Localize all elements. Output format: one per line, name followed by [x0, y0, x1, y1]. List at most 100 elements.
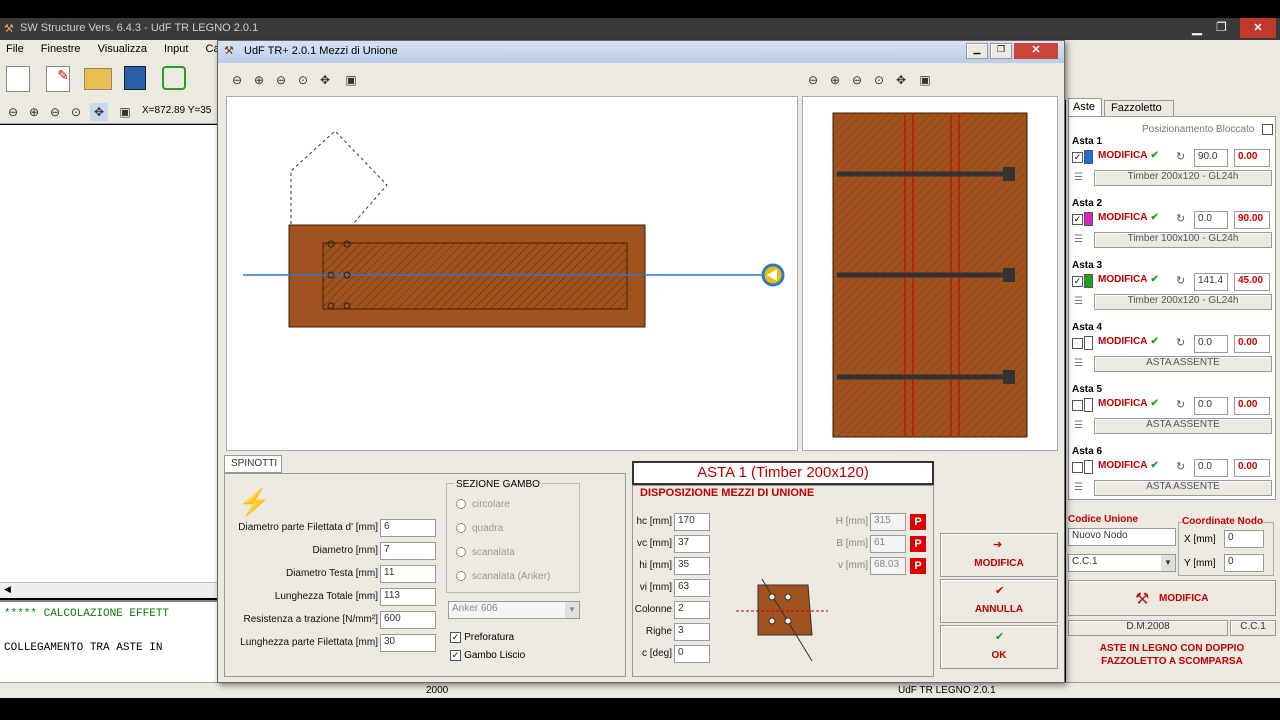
pan-icon[interactable]: ✥ — [892, 71, 910, 89]
zoom-extents-icon[interactable]: ⊙ — [870, 71, 888, 89]
asta-description[interactable]: ASTA ASSENTE — [1094, 356, 1272, 372]
asta-value-input[interactable]: 90.00 — [1234, 211, 1270, 229]
menu-finestre[interactable]: Finestre — [41, 43, 81, 55]
asta-menu-icon[interactable]: ☰ — [1074, 358, 1083, 369]
print-icon[interactable]: ▣ — [116, 103, 134, 121]
asta-value-input[interactable]: 0.00 — [1234, 149, 1270, 167]
scroll-left-icon[interactable]: ◀ — [4, 584, 11, 595]
dialog-maximize-icon[interactable]: ❐ — [990, 43, 1012, 59]
ok-button[interactable]: ✔ OK — [940, 625, 1058, 669]
param-input[interactable]: 63 — [674, 579, 710, 597]
chevron-down-icon[interactable]: ▼ — [565, 602, 579, 618]
asta-angle-input[interactable]: 0.0 — [1194, 335, 1228, 353]
cc1-button[interactable]: C.C.1 — [1230, 620, 1276, 636]
menu-visualizza[interactable]: Visualizza — [98, 43, 147, 55]
asta-description[interactable]: Timber 100x100 - GL24h — [1094, 232, 1272, 248]
anker-select[interactable]: Anker 606 ▼ — [448, 601, 580, 619]
asta-modifica-button[interactable]: MODIFICA ✔ — [1098, 212, 1168, 228]
open-folder-icon[interactable] — [84, 68, 112, 90]
zoom-out-icon[interactable]: ⊖ — [46, 103, 64, 121]
preforatura-check[interactable]: ✓ Preforatura — [450, 631, 514, 643]
section-drawing[interactable] — [802, 96, 1058, 451]
p-button[interactable]: P — [910, 536, 926, 552]
new-file-icon[interactable] — [6, 66, 30, 92]
asta-menu-icon[interactable]: ☰ — [1074, 234, 1083, 245]
dialog-close-icon[interactable]: ✕ — [1014, 43, 1058, 59]
tab-fazzoletto[interactable]: Fazzoletto — [1104, 100, 1174, 116]
param-input[interactable]: 0 — [674, 645, 710, 663]
zoom-out-icon[interactable]: ⊖ — [272, 71, 290, 89]
maximize-icon[interactable]: ❐ — [1216, 20, 1227, 34]
spinotti-field-input[interactable]: 6 — [380, 519, 436, 537]
cc-select[interactable]: C.C.1 ▼ — [1068, 554, 1176, 572]
param-input[interactable]: 2 — [674, 601, 710, 619]
tab-spinotti[interactable]: SPINOTTI — [224, 455, 282, 473]
asta-value-input[interactable]: 0.00 — [1234, 459, 1270, 477]
asta-angle-input[interactable]: 141.4 — [1194, 273, 1228, 291]
asta-angle-input[interactable]: 0.0 — [1194, 211, 1228, 229]
modifica-button[interactable]: ➔ MODIFICA — [940, 533, 1058, 577]
asta-value-input[interactable]: 0.00 — [1234, 335, 1270, 353]
refresh-icon[interactable] — [162, 66, 186, 90]
pan-icon[interactable]: ✥ — [316, 71, 334, 89]
asta-checkbox[interactable] — [1072, 400, 1083, 411]
param-input[interactable]: 35 — [674, 557, 710, 575]
annulla-button[interactable]: ✔ ANNULLA — [940, 579, 1058, 623]
param-input[interactable]: 3 — [674, 623, 710, 641]
zoom-in-icon[interactable]: ⊕ — [826, 71, 844, 89]
asta-checkbox[interactable] — [1072, 462, 1083, 473]
zoom-extents-icon[interactable]: ⊙ — [294, 71, 312, 89]
zoom-in-icon[interactable]: ⊕ — [250, 71, 268, 89]
spinotti-field-input[interactable]: 11 — [380, 565, 436, 583]
zoom-in-icon[interactable]: ⊕ — [25, 103, 43, 121]
close-icon[interactable]: ✕ — [1240, 18, 1276, 38]
pan-icon[interactable]: ✥ — [90, 103, 108, 121]
param-input[interactable]: 37 — [674, 535, 710, 553]
spinotti-field-input[interactable]: 113 — [380, 588, 436, 606]
asta-modifica-button[interactable]: MODIFICA ✔ — [1098, 150, 1168, 166]
p-button[interactable]: P — [910, 514, 926, 530]
asta-menu-icon[interactable]: ☰ — [1074, 420, 1083, 431]
asta-checkbox[interactable]: ✓ — [1072, 214, 1083, 225]
asta-angle-input[interactable]: 90.0 — [1194, 149, 1228, 167]
asta-modifica-button[interactable]: MODIFICA ✔ — [1098, 274, 1168, 290]
asta-value-input[interactable]: 0.00 — [1234, 397, 1270, 415]
x-input[interactable]: 0 — [1224, 530, 1264, 548]
zoom-out-icon[interactable]: ⊖ — [848, 71, 866, 89]
asta-description[interactable]: ASTA ASSENTE — [1094, 480, 1272, 496]
codice-input[interactable]: Nuovo Nodo — [1068, 528, 1176, 546]
asta-menu-icon[interactable]: ☰ — [1074, 172, 1083, 183]
chevron-down-icon[interactable]: ▼ — [1161, 555, 1175, 571]
asta-menu-icon[interactable]: ☰ — [1074, 296, 1083, 307]
asta-value-input[interactable]: 45.00 — [1234, 273, 1270, 291]
spinotti-field-input[interactable]: 7 — [380, 542, 436, 560]
asta-modifica-button[interactable]: MODIFICA ✔ — [1098, 460, 1168, 476]
param-input[interactable]: 170 — [674, 513, 710, 531]
zoom-extents-icon[interactable]: ⊙ — [67, 103, 85, 121]
print-icon[interactable]: ▣ — [342, 71, 360, 89]
asta-modifica-button[interactable]: MODIFICA ✔ — [1098, 398, 1168, 414]
menu-file[interactable]: File — [6, 43, 24, 55]
asta-menu-icon[interactable]: ☰ — [1074, 482, 1083, 493]
connection-drawing[interactable] — [226, 96, 798, 451]
zoom-window-icon[interactable]: ⊖ — [228, 71, 246, 89]
main-hscroll[interactable]: ◀ — [0, 582, 218, 598]
y-input[interactable]: 0 — [1224, 554, 1264, 572]
minimize-icon[interactable]: ▁ — [1192, 20, 1202, 36]
menu-input[interactable]: Input — [164, 43, 188, 55]
asta-angle-input[interactable]: 0.0 — [1194, 397, 1228, 415]
print-icon[interactable]: ▣ — [916, 71, 934, 89]
zoom-window-icon[interactable]: ⊖ — [804, 71, 822, 89]
main-canvas[interactable] — [0, 125, 218, 597]
asta-checkbox[interactable] — [1072, 338, 1083, 349]
p-button[interactable]: P — [910, 558, 926, 574]
asta-checkbox[interactable]: ✓ — [1072, 276, 1083, 287]
save-icon[interactable] — [124, 66, 146, 90]
asta-checkbox[interactable]: ✓ — [1072, 152, 1083, 163]
zoom-window-icon[interactable]: ⊖ — [4, 103, 22, 121]
dm-button[interactable]: D.M.2008 — [1068, 620, 1228, 636]
gambo-checkbox[interactable]: ✓ — [450, 649, 461, 661]
asta-angle-input[interactable]: 0.0 — [1194, 459, 1228, 477]
asta-modifica-button[interactable]: MODIFICA ✔ — [1098, 336, 1168, 352]
edit-file-icon[interactable]: ✎ — [46, 66, 70, 92]
